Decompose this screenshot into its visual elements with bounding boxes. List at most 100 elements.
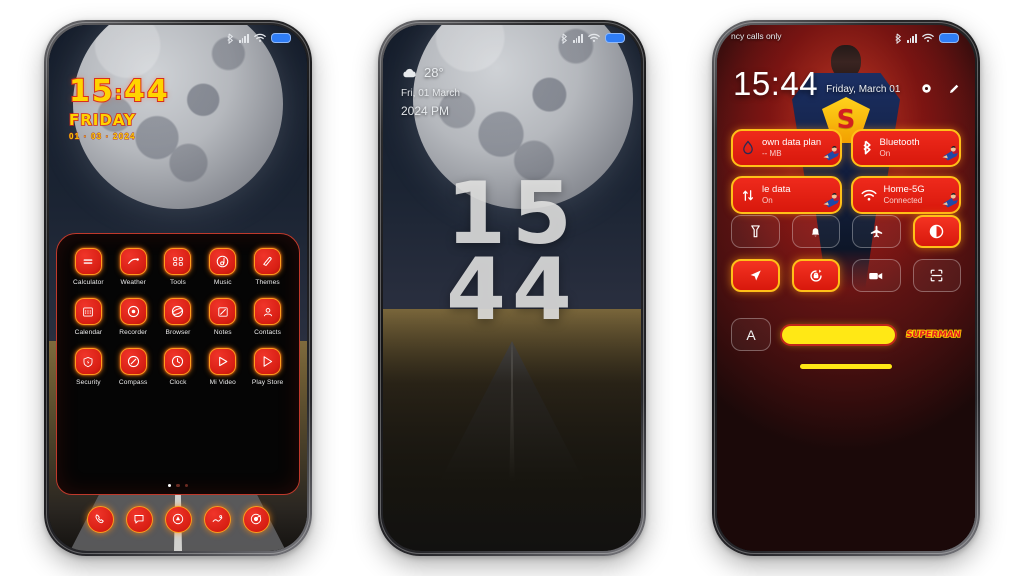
app-item[interactable]: Mi Video xyxy=(201,348,244,386)
phone-3-date: Friday, March 01 xyxy=(826,84,901,95)
bluetooth-icon xyxy=(561,33,567,44)
app-item[interactable]: Browser xyxy=(157,298,200,336)
signal-icon xyxy=(238,33,249,43)
app-item[interactable]: Calculator xyxy=(67,248,110,286)
tile-data-plan[interactable]: own data plan -- MB xyxy=(731,129,842,167)
app-label: Themes xyxy=(255,279,280,286)
tile-text: le data On xyxy=(762,185,791,205)
wifi-icon xyxy=(860,189,877,201)
temperature: 28° xyxy=(424,65,444,80)
qs-auto-rotate[interactable] xyxy=(791,259,840,292)
clock-icon xyxy=(164,348,192,375)
compass-icon xyxy=(119,348,147,375)
phone-icon[interactable] xyxy=(86,505,114,533)
data-drop-icon xyxy=(743,140,753,155)
page-dot-active[interactable] xyxy=(167,483,172,487)
phone-1-screen[interactable]: 15:44 FRIDAY 01 · 03 · 2024 Calculator W… xyxy=(49,25,307,551)
app-item[interactable]: Notes xyxy=(201,298,244,336)
settings-record-icon[interactable] xyxy=(920,82,933,95)
wifi-icon xyxy=(922,33,934,42)
phone-2: 28° Fri, 01 March 2024 PM 15 44 xyxy=(378,20,646,556)
scan-qr-icon xyxy=(930,269,943,282)
app-drawer-panel: Calculator Weather Tools Music Themes Ca… xyxy=(56,233,300,495)
qs-flashlight[interactable] xyxy=(731,215,780,248)
quick-toggle-tiles: own data plan -- MB Bluetooth On le data… xyxy=(731,129,961,214)
app-item[interactable]: Play Store xyxy=(246,348,289,386)
app-item[interactable]: Clock xyxy=(157,348,200,386)
header-actions xyxy=(920,82,961,96)
app-label: Calendar xyxy=(74,329,103,336)
phone-3-screen[interactable]: ncy calls only 15:44 Friday, March 01 xyxy=(717,25,975,551)
app-item[interactable]: Security xyxy=(67,348,110,386)
app-item[interactable]: Contacts xyxy=(246,298,289,336)
comparison-stage: 15:44 FRIDAY 01 · 03 · 2024 Calculator W… xyxy=(0,0,1024,576)
edit-pencil-icon[interactable] xyxy=(947,82,961,96)
home-indicator-bar xyxy=(800,364,892,369)
bluetooth-icon xyxy=(227,33,233,44)
superman-sticker xyxy=(822,193,840,208)
battery-icon xyxy=(271,33,291,43)
page-indicator[interactable] xyxy=(57,483,299,487)
phone-3: ncy calls only 15:44 Friday, March 01 xyxy=(712,20,980,556)
wifi-icon xyxy=(588,33,600,42)
cloud-icon xyxy=(403,68,416,77)
app-item[interactable]: Tools xyxy=(157,248,200,286)
phone-2-big-clock: 15 44 xyxy=(383,171,641,340)
wifi-icon xyxy=(254,33,266,42)
superman-sticker xyxy=(822,146,840,161)
phone-3-header: 15:44 Friday, March 01 xyxy=(733,67,961,100)
phone-2-year: 2024 PM xyxy=(401,104,450,118)
big-clock-minutes: 44 xyxy=(446,239,578,340)
qs-dark-mode[interactable] xyxy=(912,215,961,248)
qs-airplane[interactable] xyxy=(852,215,901,248)
tile-bluetooth[interactable]: Bluetooth On xyxy=(850,129,961,167)
app-item[interactable]: Themes xyxy=(246,248,289,286)
tile-title: Home-5G xyxy=(883,184,925,195)
qs-silent[interactable] xyxy=(791,215,840,248)
battery-icon xyxy=(939,33,959,43)
auto-brightness-button[interactable]: A xyxy=(731,318,771,351)
page-dot[interactable] xyxy=(184,483,189,487)
tile-subtitle: -- MB xyxy=(762,148,782,158)
messages-icon[interactable] xyxy=(125,505,153,533)
app-label: Security xyxy=(76,379,101,386)
app-item[interactable]: Compass xyxy=(112,348,155,386)
quick-settings-grid xyxy=(731,215,961,292)
contacts-icon xyxy=(254,298,282,325)
app-store-icon[interactable] xyxy=(164,505,192,533)
bell-icon xyxy=(812,228,820,237)
airplane-icon xyxy=(870,225,882,238)
tile-wifi[interactable]: Home-5G Connected xyxy=(850,176,961,214)
signal-icon xyxy=(572,33,583,43)
qs-scan-qr[interactable] xyxy=(912,259,961,292)
recorder-icon xyxy=(119,298,147,325)
notes-icon xyxy=(209,298,237,325)
gallery-icon[interactable] xyxy=(203,505,231,533)
tile-text: own data plan -- MB xyxy=(762,138,821,158)
tile-mobile-data[interactable]: le data On xyxy=(731,176,842,214)
app-label: Tools xyxy=(170,279,186,286)
security-icon xyxy=(74,348,102,375)
app-label: Music xyxy=(213,279,232,286)
phone-3-statusbar xyxy=(717,25,975,51)
browser-round-icon[interactable] xyxy=(242,505,270,533)
app-item[interactable]: Weather xyxy=(112,248,155,286)
flashlight-icon xyxy=(750,225,760,238)
play-store-icon xyxy=(254,348,282,375)
calculator-icon xyxy=(74,248,102,275)
qs-screen-record[interactable] xyxy=(852,259,901,292)
app-item[interactable]: Recorder xyxy=(112,298,155,336)
page-dot[interactable] xyxy=(176,483,180,487)
brightness-slider[interactable] xyxy=(780,323,898,346)
superman-sticker xyxy=(942,146,960,161)
app-label: Weather xyxy=(120,279,146,286)
tile-title: Bluetooth xyxy=(879,137,920,148)
tile-subtitle: Connected xyxy=(883,195,923,205)
bluetooth-icon xyxy=(895,33,901,44)
phone-2-info-widget: 28° Fri, 01 March 2024 PM xyxy=(401,65,460,118)
phone-2-screen[interactable]: 28° Fri, 01 March 2024 PM 15 44 xyxy=(383,25,641,551)
browser-icon xyxy=(164,298,192,325)
qs-location[interactable] xyxy=(731,259,780,292)
app-item[interactable]: Calendar xyxy=(67,298,110,336)
app-item[interactable]: Music xyxy=(201,248,244,286)
